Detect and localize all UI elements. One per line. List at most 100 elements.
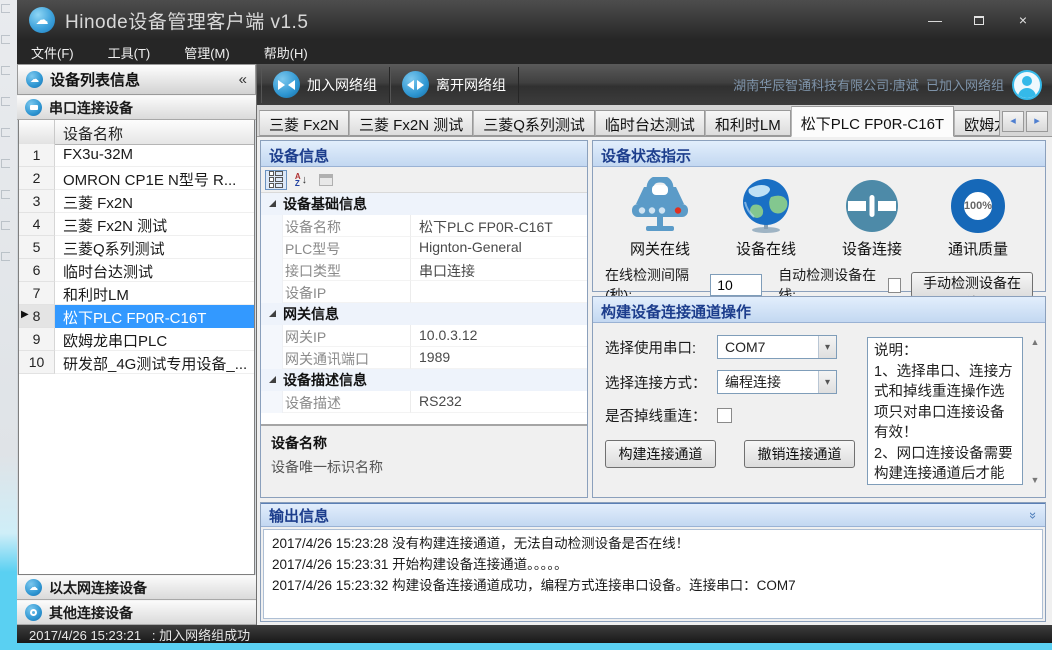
window-title: Hinode设备管理客户端 v1.5 — [65, 7, 308, 34]
tab-mitsubishi-q-test[interactable]: 三菱Q系列测试 — [473, 110, 595, 136]
table-row[interactable]: 9欧姆龙串口PLC — [19, 328, 254, 351]
log-line: 2017/4/26 15:23:28 没有构建连接通道，无法自动检测设备是否在线… — [272, 533, 1034, 554]
selected-row-marker-icon: ▶ — [21, 309, 29, 320]
menu-help[interactable]: 帮助(H) — [264, 43, 308, 62]
tab-scroll-left-icon[interactable]: ◂ — [1002, 111, 1024, 132]
property-grid: 设备基础信息 设备名称松下PLC FP0R-C16T PLC型号Hignton-… — [261, 193, 587, 425]
sidebar-collapse-icon[interactable]: « — [239, 71, 247, 88]
maximize-button[interactable] — [968, 11, 990, 29]
device-table-header: 设备名称 — [19, 120, 254, 144]
menu-bar: 文件(F) 工具(T) 管理(M) 帮助(H) — [17, 40, 1052, 64]
leave-network-group-button[interactable]: 离开网络组 — [390, 67, 519, 103]
tab-mitsubishi-fx2n[interactable]: 三菱 Fx2N — [259, 110, 349, 136]
app-logo-cloud-icon: ☁ — [29, 7, 55, 33]
menu-file[interactable]: 文件(F) — [31, 43, 74, 62]
app-window: ☁ Hinode设备管理客户端 v1.5 — × 文件(F) 工具(T) 管理(… — [17, 0, 1052, 643]
indicator-gateway-online: 网关在线 — [612, 175, 708, 259]
alphabetical-sort-button[interactable]: AZ↓ — [290, 170, 312, 190]
group-gateway-info[interactable]: 网关信息 — [261, 303, 587, 325]
background-window-sliver — [0, 0, 17, 650]
table-row[interactable]: 5三菱Q系列测试 — [19, 236, 254, 259]
tab-scroll-right-icon[interactable]: ▸ — [1026, 111, 1048, 132]
join-network-icon — [273, 71, 300, 98]
output-log-area: 2017/4/26 15:23:28 没有构建连接通道，无法自动检测设备是否在线… — [263, 529, 1043, 619]
table-row[interactable]: 3三菱 Fx2N — [19, 190, 254, 213]
column-device-name: 设备名称 — [55, 120, 254, 145]
tab-hollysys-lm[interactable]: 和利时LM — [705, 110, 791, 136]
categorized-view-button[interactable] — [265, 170, 287, 190]
table-row[interactable]: 6临时台达测试 — [19, 259, 254, 282]
sidebar-title: 设备列表信息 — [50, 69, 140, 90]
auto-detect-checkbox[interactable] — [888, 278, 902, 293]
table-row[interactable]: 10研发部_4G测试专用设备_... — [19, 351, 254, 374]
section-other-devices[interactable]: 其他连接设备 — [17, 600, 256, 625]
property-row[interactable]: 网关通讯端口1989 — [261, 347, 587, 369]
table-row[interactable]: 7和利时LM — [19, 282, 254, 305]
property-row[interactable]: 接口类型串口连接 — [261, 259, 587, 281]
ethernet-icon: ☁ — [25, 579, 42, 596]
gateway-router-icon — [612, 175, 708, 237]
instructions-note: 说明： 1、选择串口、连接方式和掉线重连操作选项只对串口连接设备有效！ 2、网口… — [867, 337, 1023, 485]
leave-network-icon — [402, 71, 429, 98]
maximize-icon — [974, 16, 984, 25]
tab-mitsubishi-fx2n-test[interactable]: 三菱 Fx2N 测试 — [349, 110, 473, 136]
tab-delta-temp-test[interactable]: 临时台达测试 — [595, 110, 705, 136]
device-tab-strip: 三菱 Fx2N 三菱 Fx2N 测试 三菱Q系列测试 临时台达测试 和利时LM … — [257, 105, 1052, 137]
scroll-up-icon[interactable]: ▲ — [1031, 337, 1040, 347]
indicator-comm-quality: 100% 通讯质量 — [930, 175, 1026, 259]
device-status-panel: 设备状态指示 — [592, 140, 1046, 292]
user-avatar[interactable] — [1012, 70, 1042, 100]
property-description-area: 设备名称 设备唯一标识名称 — [261, 425, 587, 497]
group-device-description-info[interactable]: 设备描述信息 — [261, 369, 587, 391]
group-device-basic-info[interactable]: 设备基础信息 — [261, 193, 587, 215]
table-row-selected[interactable]: ▶8 松下PLC FP0R-C16T — [19, 305, 254, 328]
mode-select-label: 选择连接方式： — [605, 372, 717, 393]
note-scrollbar: ▲ ▼ — [1028, 337, 1042, 485]
indicator-device-connect: 设备连接 — [824, 175, 920, 259]
property-row[interactable]: 网关IP10.0.3.12 — [261, 325, 587, 347]
status-bar: 2017/4/26 15:23:21 : 加入网络组成功 — [17, 625, 1052, 643]
device-list-icon: ☁ — [26, 71, 43, 88]
log-line: 2017/4/26 15:23:31 开始构建设备连接通道。。。。。 — [272, 554, 1034, 575]
revoke-channel-button[interactable]: 撤销连接通道 — [744, 440, 855, 468]
output-collapse-icon[interactable]: » — [1026, 511, 1041, 518]
menu-tools[interactable]: 工具(T) — [108, 43, 151, 62]
table-row[interactable]: 4三菱 Fx2N 测试 — [19, 213, 254, 236]
tab-panasonic-fp0r-active[interactable]: 松下PLC FP0R-C16T — [791, 106, 954, 137]
device-info-panel: 设备信息 AZ↓ 设备基础信息 设备名称松下PLC FP0R-C16T P — [260, 140, 588, 498]
table-row[interactable]: 2OMRON CP1E N型号 R... — [19, 167, 254, 190]
serial-port-icon — [25, 99, 42, 116]
build-channel-title: 构建设备连接通道操作 — [593, 297, 1045, 323]
globe-icon — [718, 175, 814, 237]
title-bar: ☁ Hinode设备管理客户端 v1.5 — × — [17, 0, 1052, 40]
device-list-sidebar: ☁ 设备列表信息 « 串口连接设备 设备名称 1FX3u-32M 2OMRON … — [17, 64, 257, 625]
table-row[interactable]: 1FX3u-32M — [19, 144, 254, 167]
connect-mode-dropdown[interactable]: 编程连接 ▾ — [717, 370, 837, 394]
reconnect-label: 是否掉线重连： — [605, 405, 717, 426]
manual-detect-button[interactable]: 手动检测设备在线 — [911, 272, 1033, 298]
tab-omron[interactable]: 欧姆龙 — [954, 110, 1000, 136]
reconnect-checkbox[interactable] — [717, 408, 732, 423]
property-row[interactable]: PLC型号Hignton-General — [261, 237, 587, 259]
close-button[interactable]: × — [1012, 11, 1034, 29]
menu-manage[interactable]: 管理(M) — [184, 43, 230, 62]
property-row[interactable]: 设备描述RS232 — [261, 391, 587, 413]
log-line: 2017/4/26 15:23:32 构建设备连接通道成功，编程方式连接串口设备… — [272, 575, 1034, 596]
device-info-title: 设备信息 — [261, 141, 587, 167]
section-ethernet-devices[interactable]: ☁ 以太网连接设备 — [17, 575, 256, 600]
minimize-button[interactable]: — — [924, 11, 946, 29]
join-network-group-button[interactable]: 加入网络组 — [261, 67, 390, 103]
plug-connection-icon — [824, 175, 920, 237]
dropdown-arrow-icon: ▾ — [818, 336, 836, 358]
interval-input[interactable] — [710, 274, 762, 296]
serial-port-dropdown[interactable]: COM7 ▾ — [717, 335, 837, 359]
status-bar-text: 2017/4/26 15:23:21 : 加入网络组成功 — [29, 625, 250, 644]
main-toolbar: 加入网络组 离开网络组 湖南华辰智通科技有限公司:唐斌 已加入网络组 — [257, 64, 1052, 105]
property-row[interactable]: 设备名称松下PLC FP0R-C16T — [261, 215, 587, 237]
section-serial-devices[interactable]: 串口连接设备 — [17, 95, 256, 120]
scroll-down-icon[interactable]: ▼ — [1031, 475, 1040, 485]
build-channel-button[interactable]: 构建连接通道 — [605, 440, 716, 468]
property-row[interactable]: 设备IP — [261, 281, 587, 303]
property-pages-button — [315, 170, 337, 190]
serial-select-label: 选择使用串口: — [605, 337, 717, 358]
